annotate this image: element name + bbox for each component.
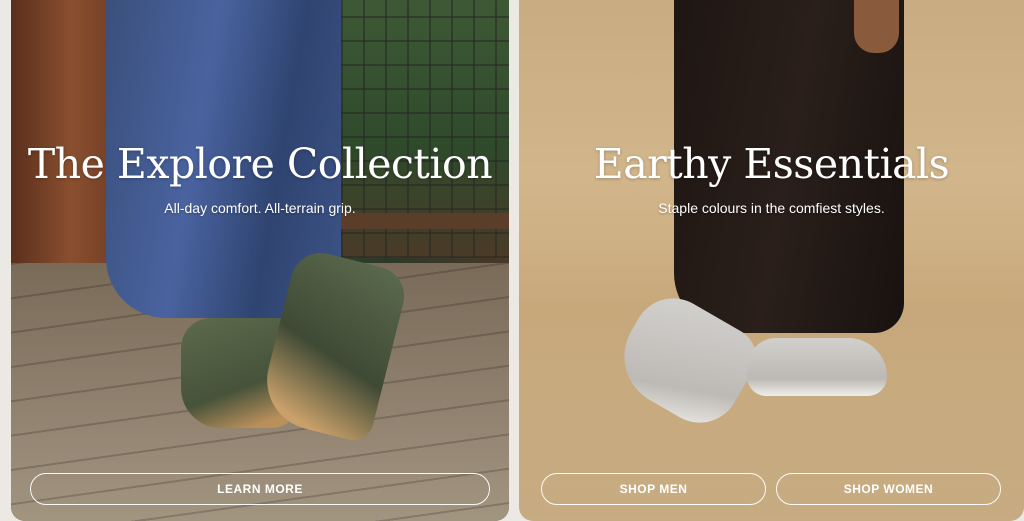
earthy-essentials-subtitle: Staple colours in the comfiest styles.: [658, 200, 885, 216]
hand-image: [854, 0, 899, 53]
earthy-essentials-title: Earthy Essentials: [593, 140, 950, 188]
shop-women-button[interactable]: SHOP WOMEN: [776, 473, 1001, 505]
explore-collection-subtitle: All-day comfort. All-terrain grip.: [164, 200, 356, 216]
explore-collection-card: The Explore Collection All-day comfort. …: [11, 0, 509, 521]
promo-page: The Explore Collection All-day comfort. …: [0, 0, 1024, 521]
earthy-essentials-card: Earthy Essentials Staple colours in the …: [519, 0, 1024, 521]
grey-sneaker-right-image: [747, 338, 887, 396]
shop-men-button[interactable]: SHOP MEN: [541, 473, 766, 505]
learn-more-button[interactable]: LEARN MORE: [30, 473, 490, 505]
explore-collection-title: The Explore Collection: [27, 140, 493, 188]
